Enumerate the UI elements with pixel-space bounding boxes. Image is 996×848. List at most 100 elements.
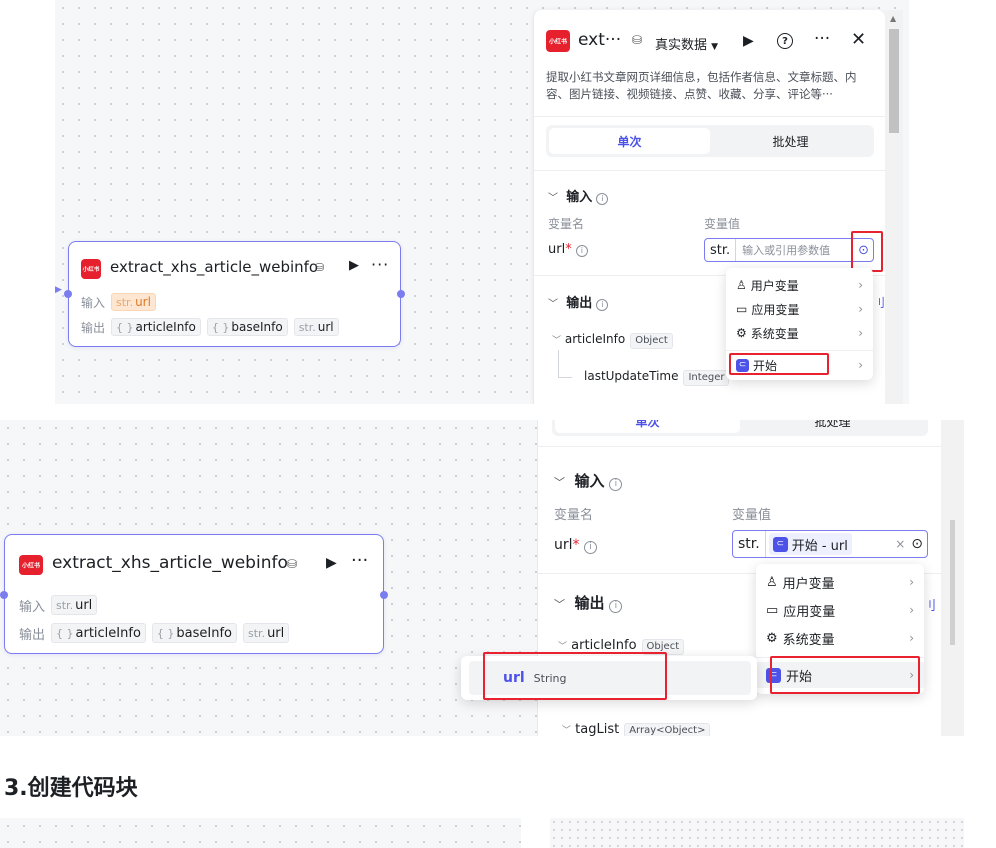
menu-item-system-variables[interactable]: ⚙ 系统变量 › bbox=[726, 321, 873, 345]
param-url-label: url* i bbox=[548, 242, 588, 257]
col-value-header: 变量值 bbox=[732, 508, 772, 523]
panel-description: 提取小红书文章网页详细信息，包括作者信息、文章标题、内容、图片链接、视频链接、点… bbox=[546, 70, 857, 101]
output-tag-url: str. url bbox=[293, 318, 339, 336]
reference-menu: ♙ 用户变量 › ▭ 应用变量 › ⚙ 系统变量 › ⊂ 开始 › bbox=[756, 564, 924, 694]
menu-item-app-variables[interactable]: ▭ 应用变量 › bbox=[726, 297, 873, 321]
tree-line bbox=[558, 377, 572, 378]
info-icon: i bbox=[596, 298, 609, 311]
start-icon: ⊂ bbox=[772, 536, 788, 552]
scroll-thumb[interactable] bbox=[889, 29, 899, 133]
logo-text: 小红书 bbox=[82, 265, 100, 273]
type-prefix: str. bbox=[705, 239, 737, 261]
tree-item-lastupdatetime[interactable]: lastUpdateTime Integer bbox=[584, 369, 730, 386]
scroll-up-icon[interactable]: ▲ bbox=[890, 14, 896, 23]
input-label: 输入 bbox=[81, 295, 106, 310]
more-icon[interactable]: ··· bbox=[371, 255, 389, 274]
tag-name: baseInfo bbox=[231, 320, 283, 334]
link-fragment: 刂 bbox=[923, 599, 937, 614]
app-icon: ▭ bbox=[766, 602, 779, 618]
type-prefix: str. bbox=[56, 598, 74, 612]
logo-text: 小红书 bbox=[549, 37, 567, 45]
input-section-header[interactable]: ﹀ 输入 i bbox=[548, 186, 609, 205]
panel-scrollbar[interactable]: ▲ bbox=[885, 10, 903, 404]
save-icon[interactable]: ⛁ bbox=[632, 33, 642, 47]
section-label: 输入 bbox=[574, 472, 605, 490]
tab-single[interactable]: 单次 bbox=[549, 128, 710, 154]
run-mode-tabs: 单次 批处理 bbox=[552, 420, 928, 436]
chevron-right-icon: › bbox=[858, 302, 863, 316]
next-canvas-right bbox=[550, 818, 964, 848]
required-mark: * bbox=[572, 537, 580, 553]
menu-item-system-variables[interactable]: ⚙ 系统变量 › bbox=[756, 624, 924, 652]
input-port[interactable] bbox=[0, 591, 8, 599]
url-value-input[interactable]: str. ⊂ 开始 - url × ⊙ bbox=[732, 530, 928, 558]
section-label: 输入 bbox=[566, 190, 593, 205]
input-placeholder: 输入或引用参数值 bbox=[742, 244, 831, 257]
tab-batch[interactable]: 批处理 bbox=[740, 420, 925, 433]
help-icon[interactable]: ? bbox=[777, 33, 793, 49]
more-icon[interactable]: ··· bbox=[351, 550, 368, 571]
output-port[interactable] bbox=[397, 290, 405, 298]
param-name: url bbox=[548, 242, 566, 257]
menu-item-user-variables[interactable]: ♙ 用户变量 › bbox=[756, 568, 924, 596]
output-section-header[interactable]: ﹀ 输出 i bbox=[548, 292, 609, 311]
run-icon[interactable]: ▶ bbox=[326, 555, 337, 571]
param-url-label: url* i bbox=[554, 537, 597, 554]
output-tag-url: str. url bbox=[243, 623, 290, 643]
info-icon: i bbox=[575, 244, 588, 257]
chevron-down-icon: ﹀ bbox=[548, 193, 558, 204]
reference-icon[interactable]: ⊙ bbox=[911, 536, 923, 552]
clear-icon[interactable]: × bbox=[895, 537, 905, 551]
url-value-input[interactable]: str. 输入或引用参数值 ⊙ bbox=[704, 238, 874, 262]
selected-reference: ⊂ 开始 - url bbox=[768, 533, 852, 555]
menu-label: 应用变量 bbox=[783, 604, 836, 620]
info-icon: i bbox=[609, 477, 623, 491]
output-port[interactable] bbox=[380, 591, 388, 599]
tag-name: articleInfo bbox=[75, 625, 141, 641]
tree-item-articleinfo[interactable]: ﹀ articleInfo Object bbox=[552, 332, 673, 349]
panel-scrollbar[interactable] bbox=[941, 420, 964, 736]
workflow-node[interactable]: 小红书 extract_xhs_article_webinfo ⛁ ▶ ··· … bbox=[64, 241, 405, 347]
run-icon[interactable]: ▶ bbox=[743, 33, 754, 49]
save-icon[interactable]: ⛁ bbox=[315, 261, 324, 274]
input-section-header[interactable]: ﹀ 输入 i bbox=[554, 470, 623, 491]
tab-batch[interactable]: 批处理 bbox=[710, 128, 871, 154]
input-label: 输入 bbox=[19, 599, 46, 615]
chevron-right-icon: › bbox=[909, 603, 914, 617]
input-tag-url: str. url bbox=[51, 595, 98, 615]
tab-single[interactable]: 单次 bbox=[555, 420, 740, 433]
col-name-header: 变量名 bbox=[548, 217, 585, 231]
output-section-header[interactable]: ﹀ 输出 i bbox=[554, 592, 623, 613]
workflow-node[interactable]: 小红书 extract_xhs_article_webinfo ⛁ ▶ ··· … bbox=[0, 534, 388, 654]
run-icon[interactable]: ▶ bbox=[349, 258, 359, 273]
gear-icon: ⚙ bbox=[736, 326, 747, 340]
menu-item-app-variables[interactable]: ▭ 应用变量 › bbox=[756, 596, 924, 624]
gear-icon: ⚙ bbox=[766, 630, 778, 646]
link-fragment: 刂 bbox=[873, 296, 886, 310]
menu-label: 系统变量 bbox=[782, 632, 835, 648]
info-icon: i bbox=[583, 540, 597, 554]
tree-item-taglist[interactable]: ﹀ tagList Array<Object> bbox=[562, 722, 711, 736]
chevron-right-icon: › bbox=[858, 326, 863, 340]
save-icon[interactable]: ⛁ bbox=[287, 557, 297, 571]
run-mode-tabs: 单次 批处理 bbox=[546, 125, 874, 157]
caret-down-icon: ▼ bbox=[711, 42, 719, 52]
scroll-thumb[interactable] bbox=[950, 520, 955, 645]
more-icon[interactable]: ··· bbox=[814, 29, 830, 49]
start-submenu: url String bbox=[461, 652, 757, 700]
info-icon: i bbox=[596, 192, 609, 205]
highlight-box-start bbox=[770, 656, 920, 694]
data-mode-select[interactable]: 真实数据 ▼ bbox=[655, 34, 718, 53]
input-port[interactable] bbox=[64, 290, 72, 298]
panel-title: ext··· bbox=[578, 30, 622, 50]
type-prefix: str. bbox=[733, 531, 766, 557]
close-icon[interactable]: ✕ bbox=[851, 29, 866, 50]
highlight-box-start bbox=[729, 353, 829, 375]
tree-item-name: articleInfo bbox=[564, 332, 626, 346]
top-canvas: 小红书 extract_xhs_article_webinfo ⛁ ▶ ··· … bbox=[55, 0, 909, 404]
tree-item-name: articleInfo bbox=[571, 638, 637, 653]
tree-item-name: tagList bbox=[575, 722, 620, 736]
menu-item-user-variables[interactable]: ♙ 用户变量 › bbox=[726, 273, 873, 297]
chevron-down-icon: ﹀ bbox=[554, 598, 565, 611]
output-tag-articleinfo: { } articleInfo bbox=[51, 623, 146, 643]
